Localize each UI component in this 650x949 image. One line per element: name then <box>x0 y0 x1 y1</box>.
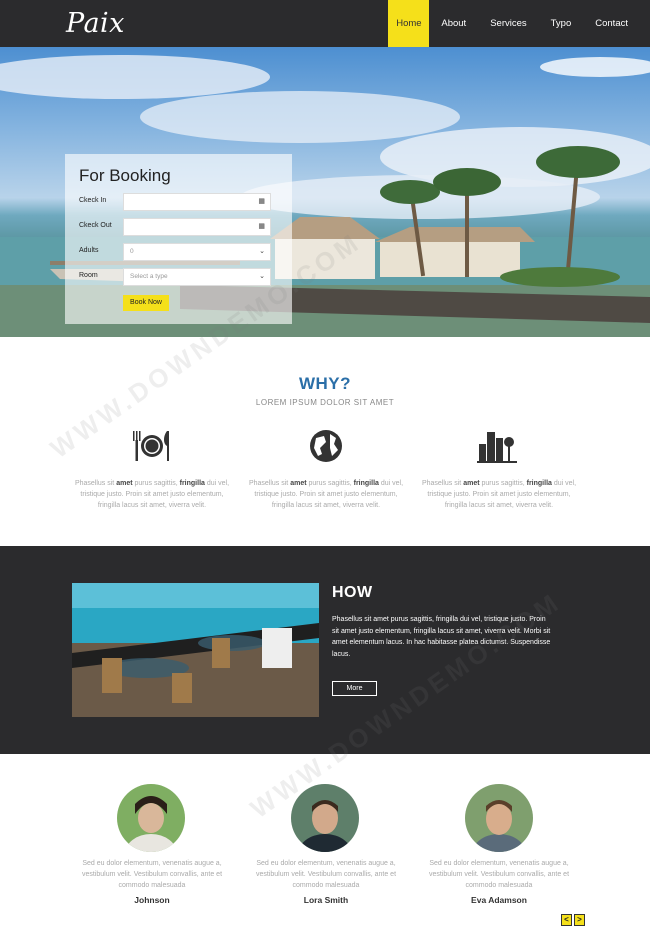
adults-label: Adults <box>79 247 99 254</box>
top-navbar: Paix Home About Services Typo Contact <box>0 0 650 47</box>
carousel-arrows: < > <box>561 914 585 926</box>
how-section: HOW Phasellus sit amet purus sagittis, f… <box>0 546 650 754</box>
how-terrace-image <box>72 583 319 717</box>
checkout-field[interactable]: ▦ <box>123 218 271 236</box>
hero-banner: For Booking Ckeck In ▦ Ckeck Out ▦ Adult… <box>0 47 650 337</box>
next-arrow-icon[interactable]: > <box>574 914 585 926</box>
checkin-field[interactable]: ▦ <box>123 193 271 211</box>
nav-item-services[interactable]: Services <box>478 0 538 47</box>
feature-text-1: Phasellus sit amet purus sagittis, fring… <box>74 480 230 509</box>
feature-text-3: Phasellus sit amet purus sagittis, fring… <box>421 480 577 509</box>
feature-text-2: Phasellus sit amet purus sagittis, fring… <box>248 480 404 509</box>
why-heading: WHY? <box>298 374 352 393</box>
nav-item-contact[interactable]: Contact <box>583 0 640 47</box>
adults-select[interactable]: 0 ⌄ <box>123 243 271 261</box>
adults-value: 0 <box>130 248 134 255</box>
nav-item-typo[interactable]: Typo <box>539 0 584 47</box>
team-name-lora-smith: Lora Smith <box>303 895 349 905</box>
menu-spacer <box>640 0 650 47</box>
why-subheading: LOREM IPSUM DOLOR SIT AMET <box>255 398 395 407</box>
chevron-down-icon: ⌄ <box>259 273 265 280</box>
booking-title: For Booking <box>79 166 171 185</box>
team-name-johnson: Johnson <box>134 895 170 905</box>
checkout-label: Ckeck Out <box>79 222 112 229</box>
site-logo[interactable]: Paix <box>66 8 125 39</box>
avatar-johnson <box>117 784 185 852</box>
avatar-eva-adamson <box>465 784 533 852</box>
nav-item-home[interactable]: Home <box>388 0 430 47</box>
team-text-lora-smith: Sed eu dolor elementum, venenatis augue … <box>255 860 397 889</box>
room-select[interactable]: Select a type ⌄ <box>123 268 271 286</box>
calendar-icon[interactable]: ▦ <box>258 194 265 210</box>
booking-form: For Booking Ckeck In ▦ Ckeck Out ▦ Adult… <box>65 154 292 324</box>
more-button[interactable]: More <box>332 681 377 696</box>
team-text-johnson: Sed eu dolor elementum, venenatis augue … <box>81 860 223 889</box>
main-menu: Home About Services Typo Contact <box>388 0 650 47</box>
room-value: Select a type <box>130 273 168 280</box>
team-name-eva-adamson: Eva Adamson <box>471 895 527 905</box>
chevron-down-icon: ⌄ <box>259 248 265 255</box>
room-label: Room <box>79 272 98 279</box>
city-icon <box>477 432 517 463</box>
how-heading: HOW <box>332 584 373 601</box>
prev-arrow-icon[interactable]: < <box>561 914 572 926</box>
globe-icon <box>310 430 342 462</box>
avatar-lora-smith <box>291 784 359 852</box>
how-description: Phasellus sit amet purus sagittis, fring… <box>332 616 551 658</box>
nav-item-about[interactable]: About <box>429 0 478 47</box>
restaurant-icon <box>133 431 169 461</box>
checkin-label: Ckeck In <box>79 197 107 204</box>
team-text-eva-adamson: Sed eu dolor elementum, venenatis augue … <box>428 860 570 889</box>
book-now-button[interactable]: Book Now <box>123 295 169 311</box>
calendar-icon[interactable]: ▦ <box>258 219 265 235</box>
